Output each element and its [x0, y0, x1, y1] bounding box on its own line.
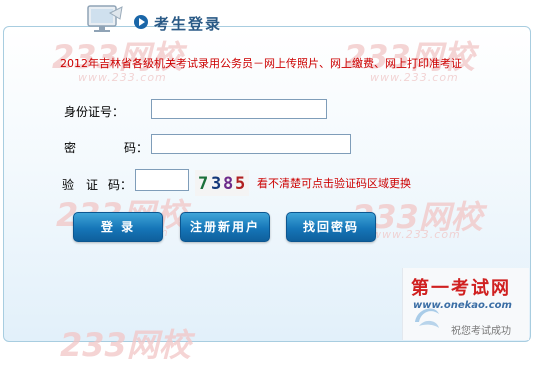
captcha-label: 码： [108, 178, 133, 192]
brand-slogan: 祝您考试成功 [451, 326, 511, 337]
watermark-url: www.233.com [370, 71, 459, 84]
password-input[interactable] [151, 134, 351, 154]
watermark-233: 233网校 [60, 326, 191, 364]
monitor-icon [87, 5, 123, 32]
captcha-input[interactable] [135, 169, 189, 191]
captcha-char: 7 [198, 174, 211, 194]
captcha-char: 8 [223, 174, 236, 194]
brand-url: www.onekao.com [413, 300, 512, 311]
brand-logo: 第一考试网 www.onekao.com 祝您考试成功 [402, 268, 529, 340]
captcha-char: 5 [235, 174, 248, 194]
exam-notice: 2012年吉林省各级机关考试录用公务员－网上传照片、网上缴费、网上打印准考证 [60, 57, 462, 70]
title-arrow-icon [134, 15, 148, 29]
recover-password-button[interactable]: 找回密码 [286, 212, 376, 242]
captcha-refresh-hint[interactable]: 看不清楚可点击验证码区域更换 [257, 175, 411, 191]
password-label: 码： [124, 141, 149, 155]
register-button[interactable]: 注册新用户 [180, 212, 270, 242]
login-button[interactable]: 登 录 [73, 212, 163, 242]
id-number-input[interactable] [151, 99, 327, 119]
page-title: 考生登录 [154, 15, 223, 33]
brand-name: 第一考试网 [411, 278, 511, 299]
watermark-url: www.233.com [78, 71, 167, 84]
captcha-image[interactable]: 7 3 8 5 [195, 170, 249, 196]
captcha-label: 验 [62, 178, 75, 192]
captcha-label: 证 [86, 178, 99, 192]
password-label: 密 [64, 141, 77, 155]
id-number-label: 身份证号： [64, 105, 125, 119]
login-header: 考生登录 [0, 0, 536, 40]
watermark-url: www.233.com [372, 228, 461, 241]
captcha-char: 3 [211, 174, 224, 194]
